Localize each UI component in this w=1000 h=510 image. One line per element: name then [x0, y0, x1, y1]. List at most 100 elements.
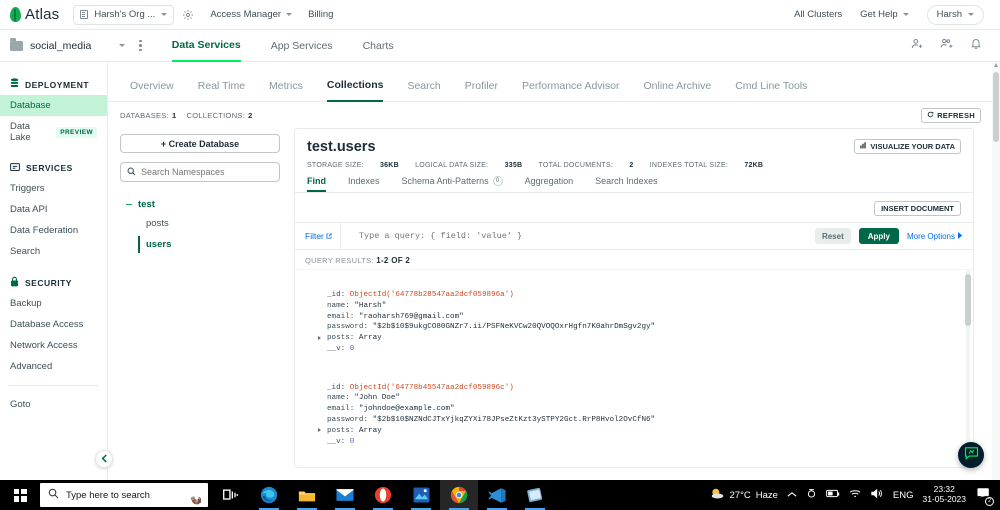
- page-scrollbar[interactable]: [992, 62, 1000, 482]
- page-scrollbar-thumb[interactable]: [993, 72, 999, 142]
- collapse-toggle-icon[interactable]: [126, 203, 132, 206]
- expand-arrow-icon[interactable]: [318, 335, 321, 340]
- documents-list[interactable]: _id: ObjectId('64778b28547aa2dcf059896a'…: [295, 269, 973, 467]
- tab-search[interactable]: Search: [407, 70, 440, 102]
- chevron-down-icon: [968, 13, 974, 16]
- wifi-icon[interactable]: [849, 488, 862, 502]
- namespace-collection-posts[interactable]: posts: [120, 213, 280, 234]
- stat-label: LOGICAL DATA SIZE:: [415, 162, 489, 169]
- tab-aggregation[interactable]: Aggregation: [525, 176, 574, 192]
- expand-arrow-icon[interactable]: [318, 428, 321, 433]
- edge-icon[interactable]: [250, 480, 288, 510]
- tab-real-time[interactable]: Real Time: [198, 70, 245, 102]
- taskbar-search[interactable]: Type here to search 🦦: [40, 483, 208, 507]
- external-link-icon: [326, 231, 332, 241]
- project-menu-icon[interactable]: [139, 39, 142, 52]
- scroll-up-arrow-icon[interactable]: [993, 63, 998, 67]
- tab-charts[interactable]: Charts: [363, 30, 394, 62]
- tab-label: Indexes: [348, 176, 380, 186]
- project-name[interactable]: social_media: [30, 40, 91, 52]
- tab-profiler[interactable]: Profiler: [465, 70, 498, 102]
- tab-cmd-line-tools[interactable]: Cmd Line Tools: [735, 70, 807, 102]
- field-key: __v:: [327, 437, 346, 446]
- scrollbar-thumb[interactable]: [965, 274, 971, 326]
- tab-find[interactable]: Find: [307, 176, 326, 192]
- sidebar-item-data-api[interactable]: Data API: [0, 199, 107, 220]
- tab-online-archive[interactable]: Online Archive: [643, 70, 711, 102]
- create-database-button[interactable]: + Create Database: [120, 134, 280, 153]
- chrome-icon[interactable]: [440, 480, 478, 510]
- tab-performance-advisor[interactable]: Performance Advisor: [522, 70, 619, 102]
- search-namespaces-input[interactable]: [141, 167, 256, 177]
- weather-widget[interactable]: 27°C Haze: [710, 487, 778, 503]
- sidebar-item-triggers[interactable]: Triggers: [0, 178, 107, 199]
- bell-icon[interactable]: [970, 37, 982, 55]
- visualize-your-data-button[interactable]: VISUALIZE YOUR DATA: [854, 139, 961, 154]
- namespace-database-test[interactable]: test: [120, 196, 280, 213]
- user-menu[interactable]: Harsh: [926, 4, 984, 25]
- tab-search-indexes[interactable]: Search Indexes: [595, 176, 658, 192]
- namespace-search[interactable]: [120, 162, 280, 182]
- refresh-button[interactable]: REFRESH: [921, 107, 981, 123]
- invite-user-icon[interactable]: [911, 37, 924, 55]
- mail-icon[interactable]: [326, 480, 364, 510]
- sidebar-collapse-button[interactable]: [95, 450, 113, 468]
- sidebar-item-search[interactable]: Search: [0, 241, 107, 262]
- opera-icon[interactable]: [364, 480, 402, 510]
- battery-icon[interactable]: [826, 489, 840, 501]
- all-clusters-link[interactable]: All Clusters: [794, 9, 842, 20]
- org-selector[interactable]: Harsh's Org ...: [73, 4, 175, 25]
- volume-icon[interactable]: [871, 488, 884, 502]
- manage-teams-icon[interactable]: [940, 37, 954, 55]
- documents-scrollbar[interactable]: [965, 270, 971, 467]
- sidebar-item-database[interactable]: Database: [0, 95, 107, 116]
- sidebar-item-network-access[interactable]: Network Access: [0, 335, 107, 356]
- document-field-posts[interactable]: posts: Array: [318, 426, 953, 437]
- document-row[interactable]: _id: ObjectId('64778b28547aa2dcf059896a'…: [305, 282, 963, 363]
- billing-link[interactable]: Billing: [308, 9, 333, 20]
- start-button[interactable]: [0, 480, 40, 510]
- file-explorer-icon[interactable]: [288, 480, 326, 510]
- sidebar-item-data-federation[interactable]: Data Federation: [0, 220, 107, 241]
- camera-icon[interactable]: [806, 488, 817, 502]
- tab-schema-anti-patterns[interactable]: Schema Anti-Patterns 0: [402, 176, 503, 192]
- notification-center-button[interactable]: 2: [975, 487, 994, 506]
- filter-label[interactable]: Filter: [305, 231, 332, 241]
- more-options-button[interactable]: More Options: [907, 232, 963, 241]
- search-icon: [127, 163, 136, 181]
- query-filter-input[interactable]: [348, 231, 807, 241]
- vscode-icon[interactable]: [478, 480, 516, 510]
- tab-app-services[interactable]: App Services: [271, 30, 333, 62]
- clock[interactable]: 23:32 31-05-2023: [923, 484, 966, 505]
- task-view-icon[interactable]: [212, 480, 250, 510]
- namespace-collection-users[interactable]: users: [120, 234, 280, 255]
- apply-button[interactable]: Apply: [858, 228, 899, 244]
- get-help-label: Get Help: [860, 9, 898, 20]
- gear-icon[interactable]: [182, 9, 194, 21]
- chevron-down-icon[interactable]: [119, 44, 126, 47]
- atlas-logo[interactable]: Atlas: [10, 6, 59, 23]
- reset-button[interactable]: Reset: [814, 228, 851, 244]
- tab-indexes[interactable]: Indexes: [348, 176, 380, 192]
- sidebar-item-goto[interactable]: Goto: [0, 394, 107, 415]
- language-indicator[interactable]: ENG: [893, 490, 914, 501]
- tab-collections[interactable]: Collections: [326, 70, 384, 102]
- access-manager-menu[interactable]: Access Manager: [210, 9, 293, 20]
- document-row[interactable]: _id: ObjectId('64778b45547aa2dcf059896c'…: [305, 375, 963, 456]
- tab-overview[interactable]: Overview: [130, 70, 174, 102]
- get-help-menu[interactable]: Get Help: [860, 9, 909, 20]
- main-content: Overview Real Time Metrics Collections S…: [108, 62, 993, 510]
- insert-document-button[interactable]: INSERT DOCUMENT: [874, 201, 961, 216]
- tab-metrics[interactable]: Metrics: [269, 70, 303, 102]
- support-chat-button[interactable]: [958, 442, 984, 468]
- chevron-up-icon[interactable]: [787, 490, 797, 501]
- photos-icon[interactable]: [402, 480, 440, 510]
- tab-data-services[interactable]: Data Services: [171, 30, 241, 62]
- sidebar-item-advanced[interactable]: Advanced: [0, 356, 107, 377]
- sidebar-item-backup[interactable]: Backup: [0, 293, 107, 314]
- sidebar-item-database-access[interactable]: Database Access: [0, 314, 107, 335]
- document-field-posts[interactable]: posts: Array: [318, 333, 953, 344]
- sidebar-item-label: Triggers: [10, 183, 45, 194]
- postman-icon[interactable]: [516, 480, 554, 510]
- sidebar-item-data-lake[interactable]: Data Lake PREVIEW: [0, 116, 107, 148]
